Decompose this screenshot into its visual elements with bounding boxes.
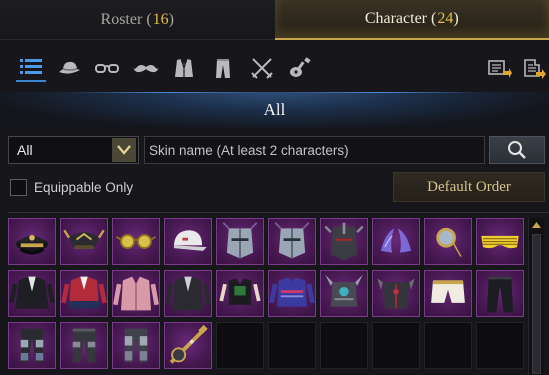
grid-scrollbar[interactable] — [528, 218, 544, 375]
search-button[interactable] — [489, 136, 545, 164]
tab-roster[interactable]: Roster (16) — [0, 0, 275, 40]
horn-ornament-icon — [381, 228, 411, 253]
skin-item-slot[interactable] — [112, 270, 160, 317]
skin-item-slot[interactable] — [372, 218, 420, 265]
skin-item-slot[interactable] — [112, 322, 160, 369]
category-banner: All — [0, 92, 549, 128]
tab-bar: Roster (16) Character (24) — [0, 0, 549, 40]
dark-suit-icon — [165, 276, 211, 311]
empty-item-slot — [268, 322, 316, 369]
tab-character-label: Character — [364, 10, 428, 27]
dark-armor-icon — [377, 278, 415, 309]
skin-item-slot[interactable] — [476, 270, 524, 317]
skin-grid — [8, 212, 549, 375]
shutter-glasses-icon — [481, 235, 519, 249]
mustache-icon[interactable] — [131, 54, 161, 82]
black-suit-icon — [9, 276, 55, 309]
tab-roster-count: 16 — [152, 10, 169, 28]
empty-item-slot — [424, 322, 472, 369]
officer-cap-icon — [16, 234, 48, 255]
tab-character[interactable]: Character (24) — [274, 0, 549, 40]
suit-icon[interactable] — [169, 54, 199, 82]
tab-roster-label: Roster — [100, 10, 143, 28]
empty-item-slot — [476, 322, 524, 369]
ornate-instrument-icon — [169, 324, 208, 364]
skin-item-slot[interactable] — [216, 218, 264, 265]
black-pants-icon — [486, 276, 514, 313]
preset-import-icon[interactable] — [484, 54, 514, 82]
sort-order-label: Default Order — [427, 178, 511, 195]
skin-item-slot[interactable] — [424, 270, 472, 317]
skin-item-slot[interactable] — [476, 218, 524, 265]
equippable-only-label: Equippable Only — [34, 180, 134, 195]
sort-order-button[interactable]: Default Order — [393, 172, 545, 202]
search-icon — [508, 141, 526, 159]
skin-item-slot[interactable] — [320, 270, 368, 317]
skin-item-slot[interactable] — [320, 218, 368, 265]
chevron-down-icon — [112, 138, 136, 162]
skin-item-slot[interactable] — [60, 270, 108, 317]
skin-item-slot[interactable] — [372, 270, 420, 317]
category-select-value: All — [17, 142, 33, 158]
monocle-icon — [436, 227, 462, 257]
all-list-icon[interactable] — [16, 54, 46, 82]
banner-title: All — [263, 100, 286, 119]
skin-item-slot[interactable] — [164, 218, 212, 265]
instrument-icon[interactable] — [285, 54, 315, 82]
pants-icon[interactable] — [208, 54, 238, 82]
search-input[interactable] — [144, 136, 485, 164]
skin-item-slot[interactable] — [8, 270, 56, 317]
skin-item-slot[interactable] — [164, 322, 212, 369]
empty-item-slot — [372, 322, 420, 369]
skin-item-slot[interactable] — [216, 270, 264, 317]
hat-icon[interactable] — [54, 54, 84, 82]
skin-item-slot[interactable] — [8, 218, 56, 265]
category-select[interactable]: All — [8, 136, 139, 164]
dark-leggings-icon — [72, 328, 96, 363]
gold-glasses-icon — [115, 234, 157, 249]
scroll-thumb[interactable] — [532, 234, 541, 374]
category-filter-bar — [0, 44, 549, 90]
white-cap-icon — [173, 230, 207, 251]
skin-item-slot[interactable] — [8, 322, 56, 369]
plated-leggings-icon — [124, 328, 148, 363]
tab-character-count: 24 — [437, 10, 454, 27]
skin-item-slot[interactable] — [60, 218, 108, 265]
horned-helmet-icon — [63, 229, 105, 249]
red-jacket-icon — [61, 276, 107, 309]
blue-sweater-icon — [269, 277, 315, 307]
skin-item-slot[interactable] — [164, 270, 212, 317]
skin-item-slot[interactable] — [424, 218, 472, 265]
knight-helm-icon — [274, 222, 310, 259]
empty-item-slot — [216, 322, 264, 369]
glasses-icon[interactable] — [92, 54, 122, 82]
white-shorts-icon — [431, 280, 465, 303]
armored-leggings-icon — [20, 328, 44, 363]
skin-item-slot[interactable] — [60, 322, 108, 369]
black-top-icon — [219, 278, 261, 305]
equippable-only-checkbox[interactable] — [10, 179, 27, 196]
pink-suit-icon — [113, 276, 159, 311]
dark-helm-icon — [324, 222, 364, 261]
spiked-armor-icon — [325, 274, 363, 307]
empty-item-slot — [320, 322, 368, 369]
skin-item-slot[interactable] — [112, 218, 160, 265]
skin-item-slot[interactable] — [268, 218, 316, 265]
scroll-up-arrow-icon[interactable] — [529, 218, 544, 232]
crossed-swords-icon[interactable] — [247, 54, 277, 82]
skin-item-slot[interactable] — [268, 270, 316, 317]
preset-export-icon[interactable] — [518, 54, 548, 82]
knight-helm-icon — [222, 222, 258, 259]
